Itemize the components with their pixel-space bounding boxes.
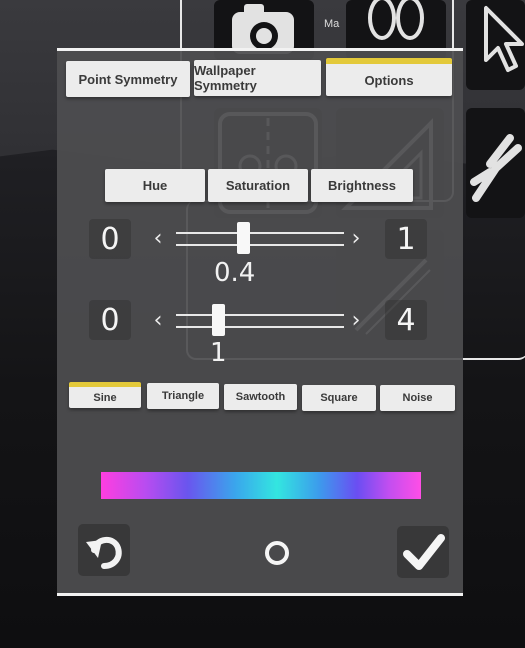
slider1-decrease-icon[interactable]: ‹ xyxy=(150,226,166,251)
cursor-tile[interactable] xyxy=(466,0,525,90)
slider2-track[interactable] xyxy=(176,314,344,316)
wave-triangle-button[interactable]: Triangle xyxy=(147,383,219,409)
slider1-thumb[interactable] xyxy=(237,222,251,254)
slider1-min-value: 0 xyxy=(89,219,131,259)
slider2-max-value: 4 xyxy=(385,300,427,340)
wave-label: Sine xyxy=(93,391,117,404)
wave-sine-button[interactable]: Sine xyxy=(69,382,141,408)
slider1-track[interactable] xyxy=(176,232,344,234)
color-gradient-preview xyxy=(101,472,421,499)
check-icon xyxy=(403,534,445,570)
slider2-decrease-icon[interactable]: ‹ xyxy=(150,308,166,333)
confirm-button[interactable] xyxy=(397,526,449,578)
wave-label: Triangle xyxy=(161,390,205,402)
tab-options[interactable]: Options xyxy=(326,58,452,96)
wave-label: Square xyxy=(320,392,358,404)
center-button[interactable] xyxy=(262,538,292,568)
slider1-current-value: 0.4 xyxy=(214,258,256,288)
slider1-max-value: 1 xyxy=(385,219,427,259)
tab-wallpaper-symmetry[interactable]: Wallpaper Symmetry xyxy=(194,60,321,96)
wave-square-button[interactable]: Square xyxy=(302,385,376,411)
undo-icon xyxy=(86,537,122,569)
slider2-track-lower xyxy=(176,326,344,328)
saturation-label: Saturation xyxy=(225,178,291,193)
circle-icon xyxy=(265,541,289,565)
wave-sawtooth-button[interactable]: Sawtooth xyxy=(224,384,297,410)
undo-button[interactable] xyxy=(78,524,130,576)
cursor-icon xyxy=(484,6,524,72)
wave-noise-button[interactable]: Noise xyxy=(380,385,455,411)
wave-label: Sawtooth xyxy=(235,391,286,403)
tab-label: Point Symmetry xyxy=(78,71,178,87)
saturation-button[interactable]: Saturation xyxy=(208,169,308,202)
brightness-label: Brightness xyxy=(328,178,396,193)
hue-button[interactable]: Hue xyxy=(105,169,205,202)
slider2-increase-icon[interactable]: › xyxy=(348,308,364,333)
brightness-button[interactable]: Brightness xyxy=(311,169,413,202)
tab-label: Wallpaper Symmetry xyxy=(194,63,257,93)
wave-label: Noise xyxy=(402,392,433,404)
tab-point-symmetry[interactable]: Point Symmetry xyxy=(66,61,190,97)
slider2-current-value: 1 xyxy=(210,338,227,368)
tab-label: Options xyxy=(364,72,414,88)
slider1-track-lower xyxy=(176,244,344,246)
slider2-min-value: 0 xyxy=(89,300,131,340)
hue-label: Hue xyxy=(142,178,168,193)
slider2-thumb[interactable] xyxy=(212,304,225,336)
slider1-increase-icon[interactable]: › xyxy=(348,226,364,251)
